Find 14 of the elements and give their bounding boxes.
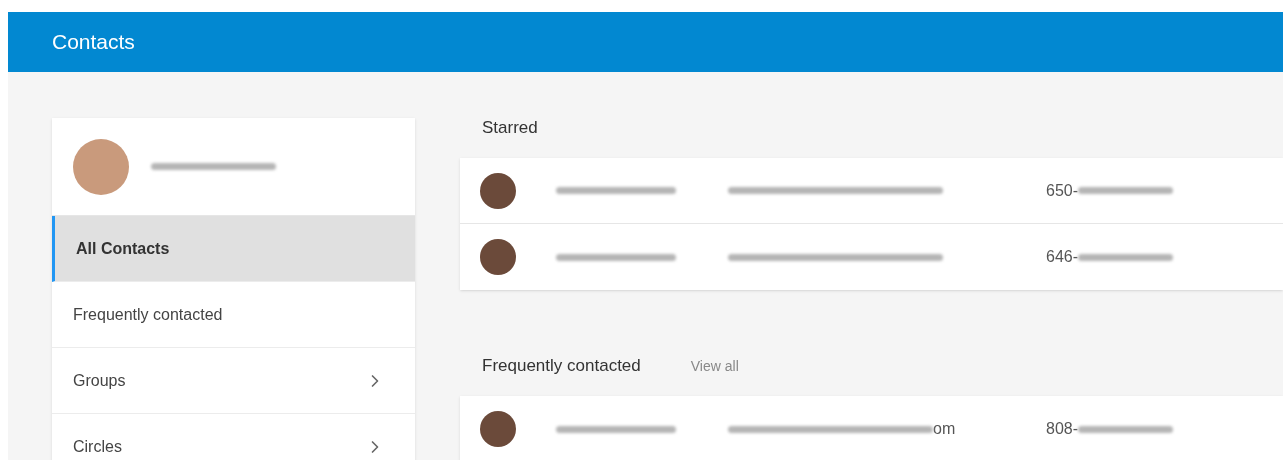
- phone-text: 650-: [1046, 180, 1079, 201]
- sidebar-item[interactable]: Frequently contacted: [52, 282, 415, 348]
- section-title: Frequently contacted: [482, 355, 641, 378]
- email-text: om: [933, 419, 956, 439]
- avatar-photo-placeholder: [480, 239, 516, 275]
- sidebar-item[interactable]: Circles: [52, 414, 415, 460]
- avatar-photo-placeholder: [480, 411, 516, 447]
- avatar-photo-placeholder: [480, 172, 516, 209]
- sidebar-item[interactable]: All Contacts: [52, 216, 415, 282]
- app-title: Contacts: [52, 29, 135, 56]
- phone-text: 646-: [1046, 247, 1079, 267]
- phone-text: 808-: [1046, 419, 1079, 439]
- section-title: Starred: [482, 117, 538, 140]
- sidebar-item[interactable]: Groups: [52, 348, 415, 414]
